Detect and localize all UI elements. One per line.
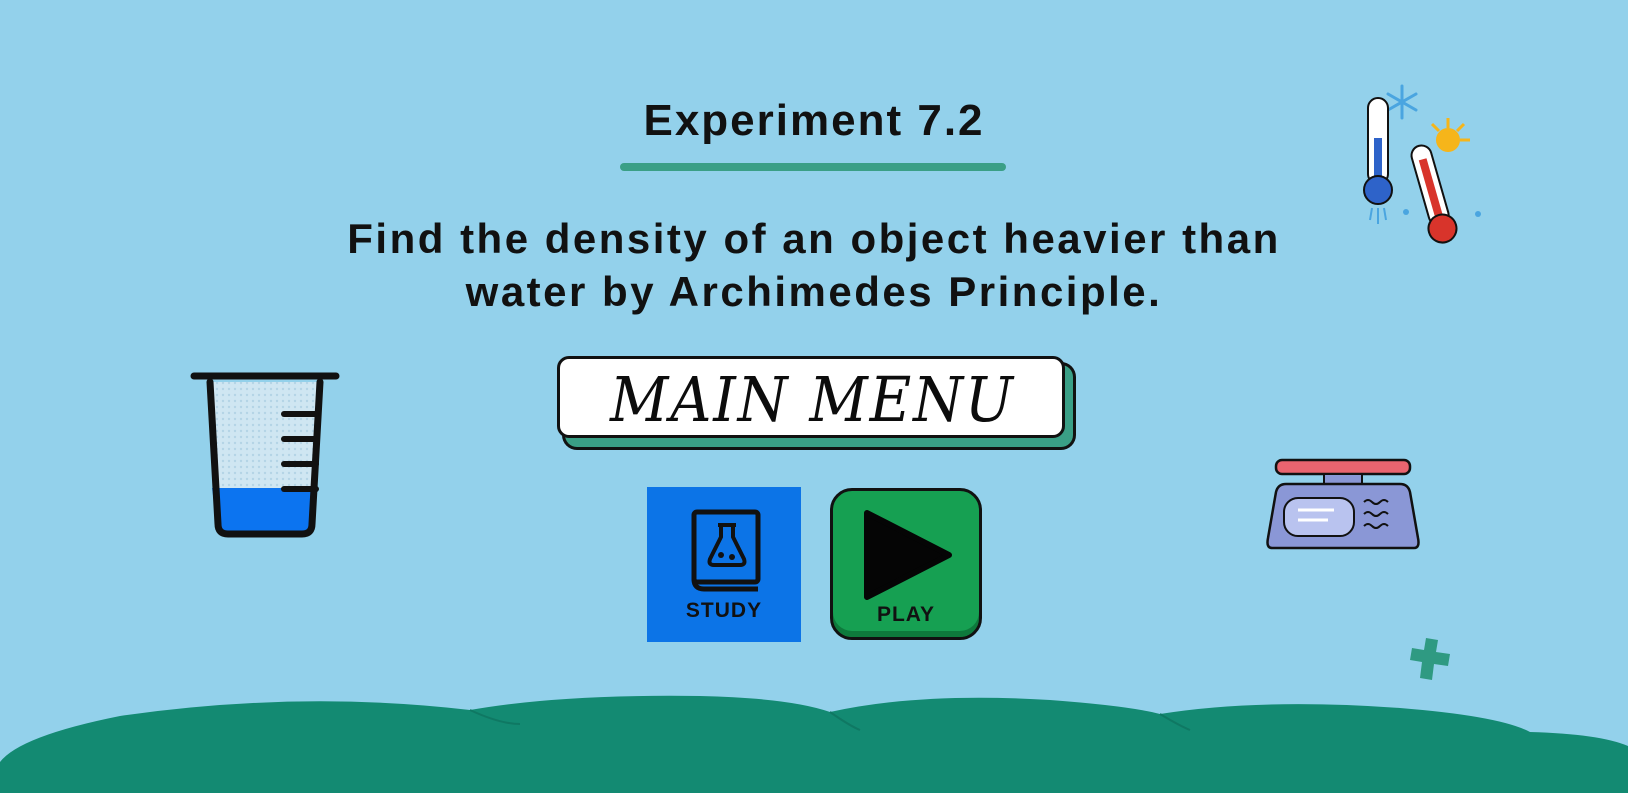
flask-book-icon [691,509,761,592]
play-icon [864,510,952,600]
main-menu-banner: MAIN MENU [557,356,1065,438]
study-label: STUDY [685,599,763,622]
play-label: PLAY [876,603,936,626]
plus-icon [1410,638,1450,680]
title-underline [620,163,1006,171]
ground-hills [0,695,1628,793]
weighing-scale-icon [1266,458,1420,550]
study-button[interactable]: STUDY [647,487,801,642]
main-menu-label: MAIN MENU [610,363,1015,436]
experiment-description-line2: water by Archimedes Principle. [465,268,1163,315]
thermometers-icon [1363,84,1481,244]
experiment-description-line1: Find the density of an object heavier th… [347,215,1281,262]
play-button[interactable]: PLAY [830,488,982,640]
beaker-icon [190,372,340,538]
